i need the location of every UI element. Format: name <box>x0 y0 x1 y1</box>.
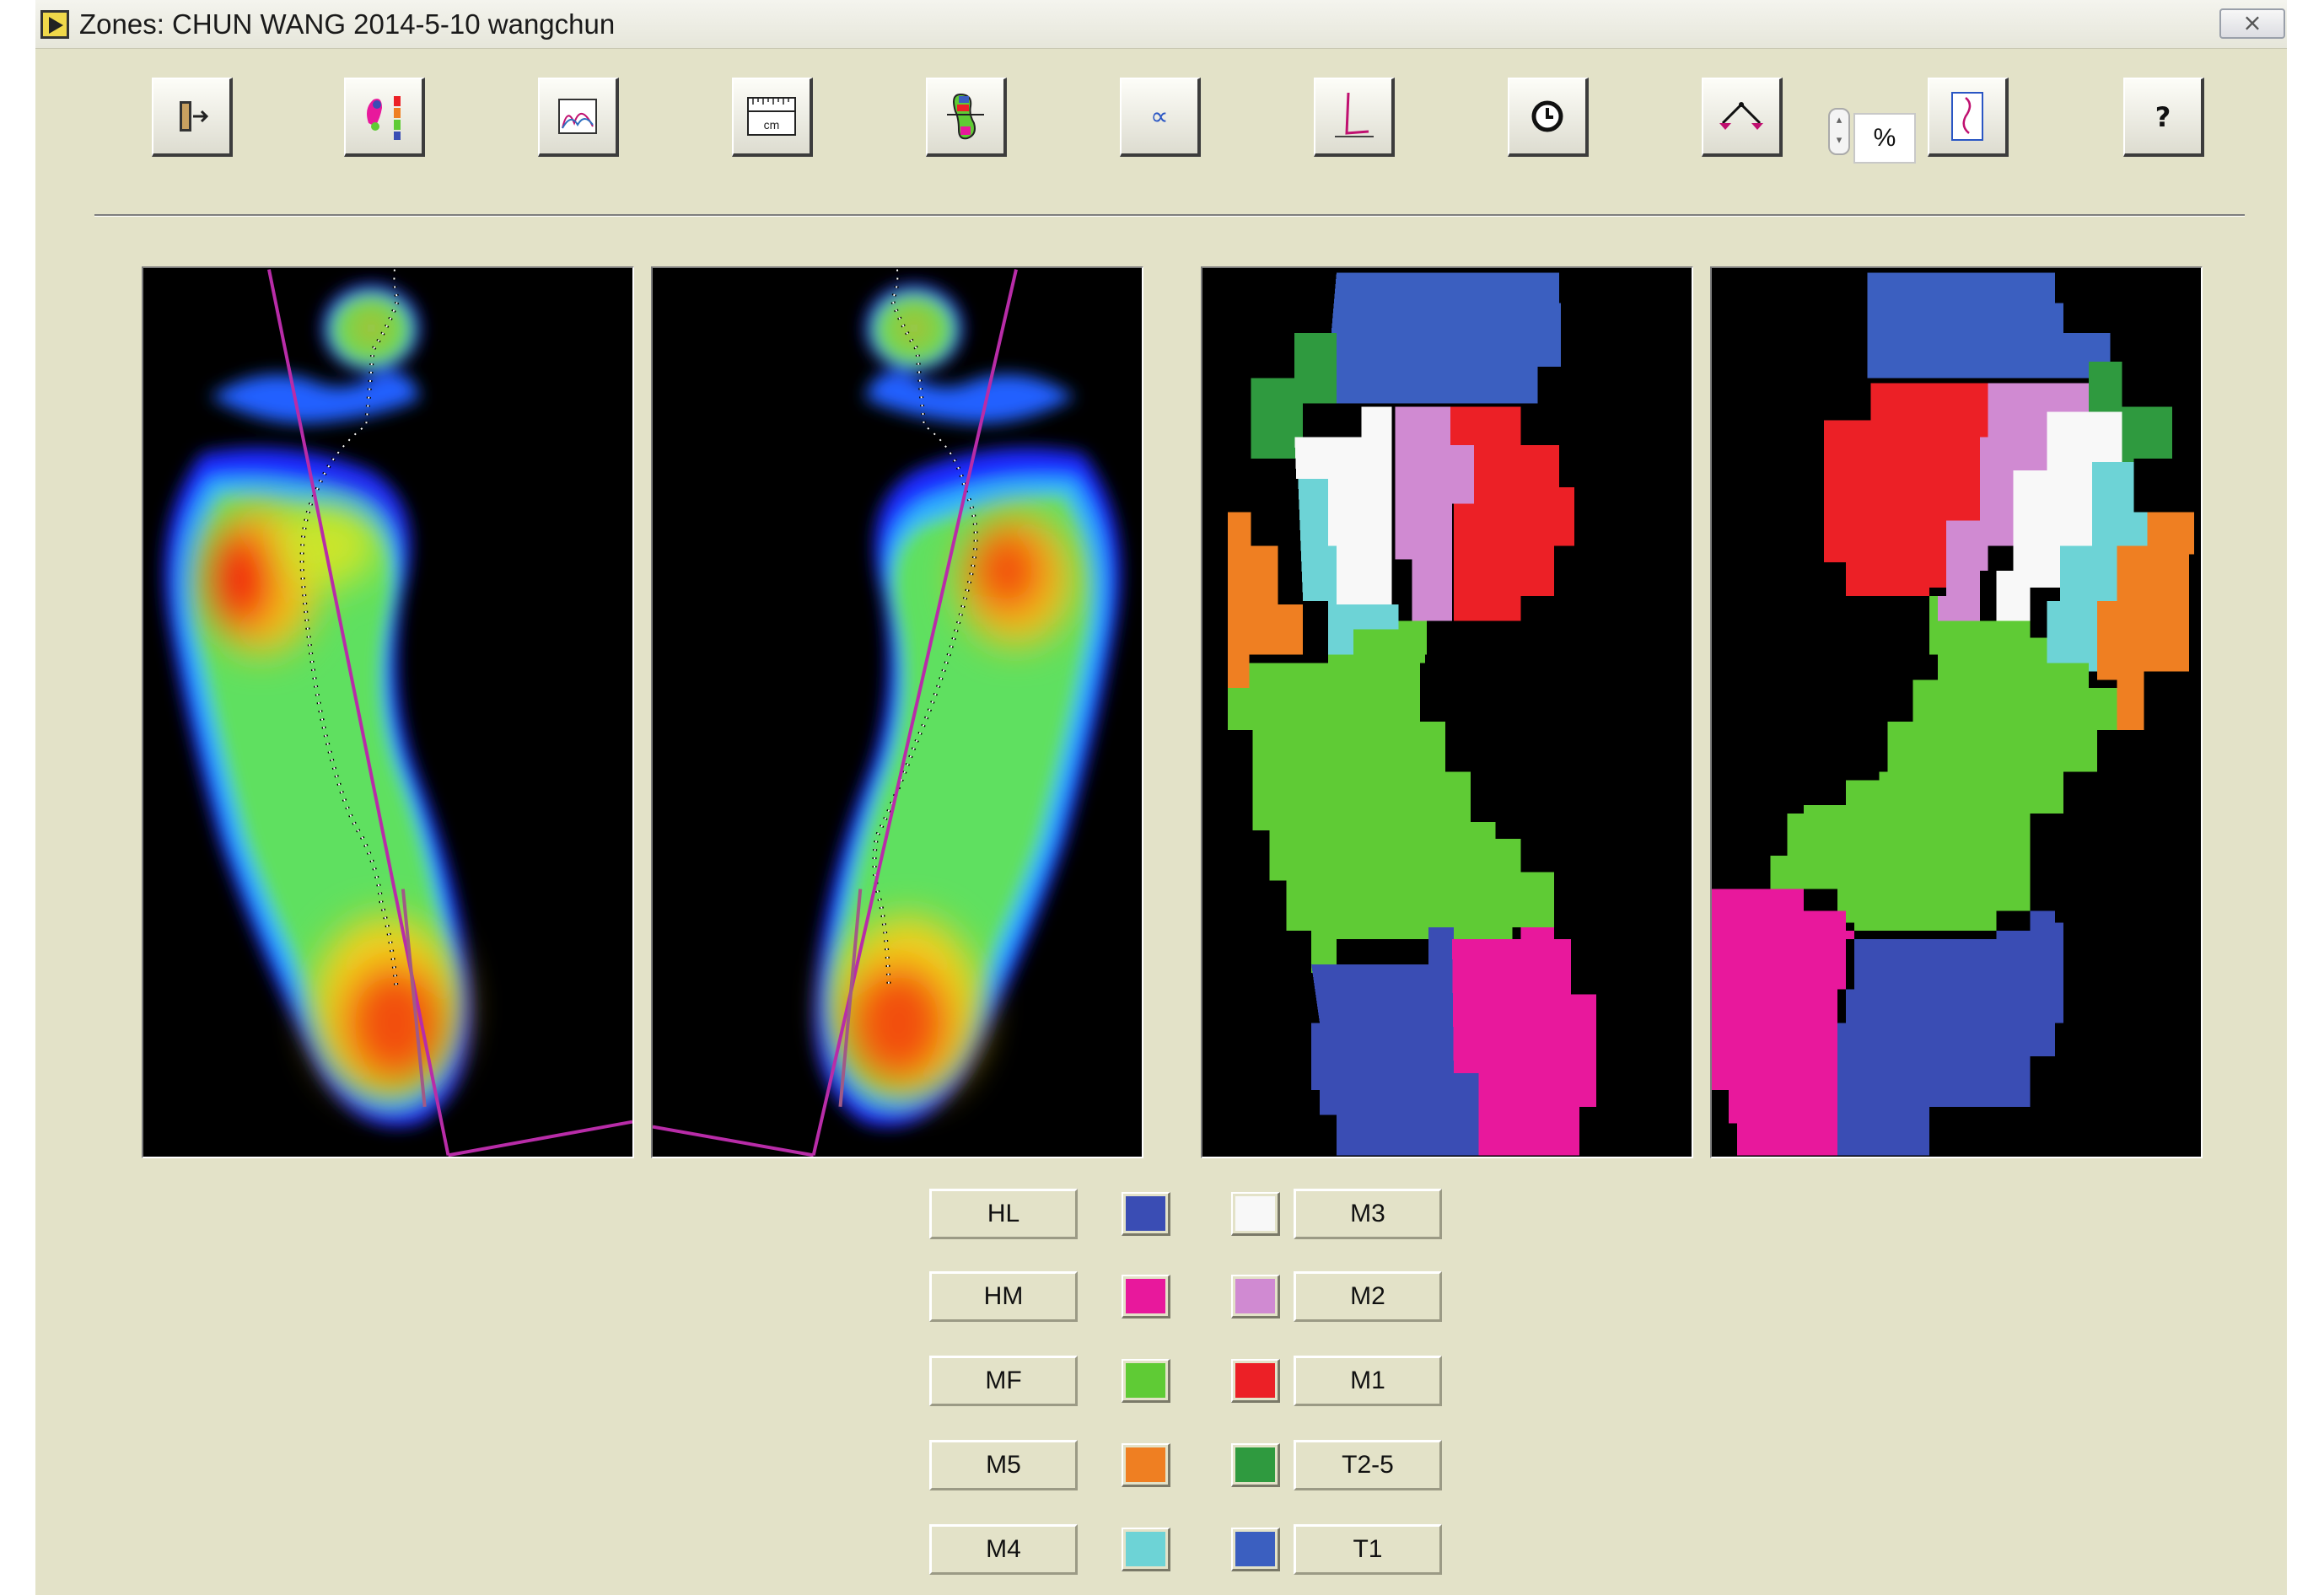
legend-swatch-t1 <box>1231 1528 1280 1571</box>
exit-icon <box>180 101 209 132</box>
svg-text:?: ? <box>2155 101 2171 133</box>
zones-window: Zones: CHUN WANG 2014-5-10 wangchun ⨯ cm… <box>35 0 2287 1595</box>
legend-label-hm: HM <box>929 1271 1078 1322</box>
progression-line-button[interactable] <box>1928 78 2009 157</box>
legend-swatch-m3 <box>1231 1192 1280 1236</box>
right-foot-pressure-map <box>651 266 1143 1158</box>
legend-label-mf: MF <box>929 1356 1078 1406</box>
help-button[interactable]: ? <box>2123 78 2204 157</box>
balance-button[interactable] <box>1702 78 1783 157</box>
spinner-down-icon[interactable]: ▾ <box>1830 130 1848 150</box>
toolbar-separator <box>94 214 2245 217</box>
legend-swatch-hm <box>1122 1275 1170 1318</box>
legend-label-t2-5: T2-5 <box>1294 1440 1442 1490</box>
legend-label-m1: M1 <box>1294 1356 1442 1406</box>
svg-text:cm: cm <box>764 118 780 132</box>
zones-button[interactable] <box>926 78 1007 157</box>
legend-label-m5: M5 <box>929 1440 1078 1490</box>
balance-icon <box>1719 102 1763 130</box>
clock-icon <box>1531 100 1563 132</box>
spinner-up-icon[interactable]: ▴ <box>1830 110 1848 130</box>
foot-pressure-scale-icon <box>367 96 401 140</box>
help-icon: ? <box>2155 101 2171 133</box>
proportional-icon: ∝ <box>1150 102 1168 132</box>
legend-label-t1: T1 <box>1294 1524 1442 1575</box>
close-button[interactable]: ⨯ <box>2219 8 2285 39</box>
percent-spinner[interactable]: ▴ ▾ <box>1828 108 1850 155</box>
legend-label-m2: M2 <box>1294 1271 1442 1322</box>
pressure-scale-button[interactable] <box>344 78 425 157</box>
legend-swatch-m1 <box>1231 1359 1280 1403</box>
ruler-button[interactable]: cm <box>732 78 813 157</box>
graph-button[interactable] <box>538 78 619 157</box>
left-foot-pressure-image <box>164 269 632 1157</box>
right-foot-zone-image <box>1712 272 2195 1156</box>
ruler-icon: cm <box>747 97 796 136</box>
timing-button[interactable] <box>1508 78 1589 157</box>
legend-swatch-m2 <box>1231 1275 1280 1318</box>
angle-button[interactable] <box>1314 78 1395 157</box>
legend-swatch-hl <box>1122 1192 1170 1236</box>
angle-icon <box>1335 92 1374 137</box>
legend-swatch-m4 <box>1122 1528 1170 1571</box>
left-foot-pressure-map <box>142 266 634 1158</box>
legend-swatch-t2-5 <box>1231 1443 1280 1487</box>
percent-field[interactable]: % <box>1853 113 1916 164</box>
window-title: Zones: CHUN WANG 2014-5-10 wangchun <box>79 8 616 40</box>
proportional-button[interactable]: ∝ <box>1120 78 1201 157</box>
svg-text:∝: ∝ <box>1150 102 1168 132</box>
left-foot-zone-image <box>1227 272 1596 1156</box>
exit-button[interactable] <box>152 78 233 157</box>
legend-swatch-m5 <box>1122 1443 1170 1487</box>
progression-line-icon <box>1951 92 1983 141</box>
labview-app-icon <box>40 10 69 39</box>
legend-label-hl: HL <box>929 1189 1078 1239</box>
graph-icon <box>558 99 597 134</box>
left-foot-zone-map <box>1201 266 1693 1158</box>
right-foot-zone-map <box>1710 266 2203 1158</box>
title-bar: Zones: CHUN WANG 2014-5-10 wangchun ⨯ <box>35 0 2287 49</box>
legend-label-m4: M4 <box>929 1524 1078 1575</box>
legend-label-m3: M3 <box>1294 1189 1442 1239</box>
right-foot-pressure-image <box>653 269 1122 1157</box>
foot-zones-icon <box>947 93 984 140</box>
legend-swatch-mf <box>1122 1359 1170 1403</box>
